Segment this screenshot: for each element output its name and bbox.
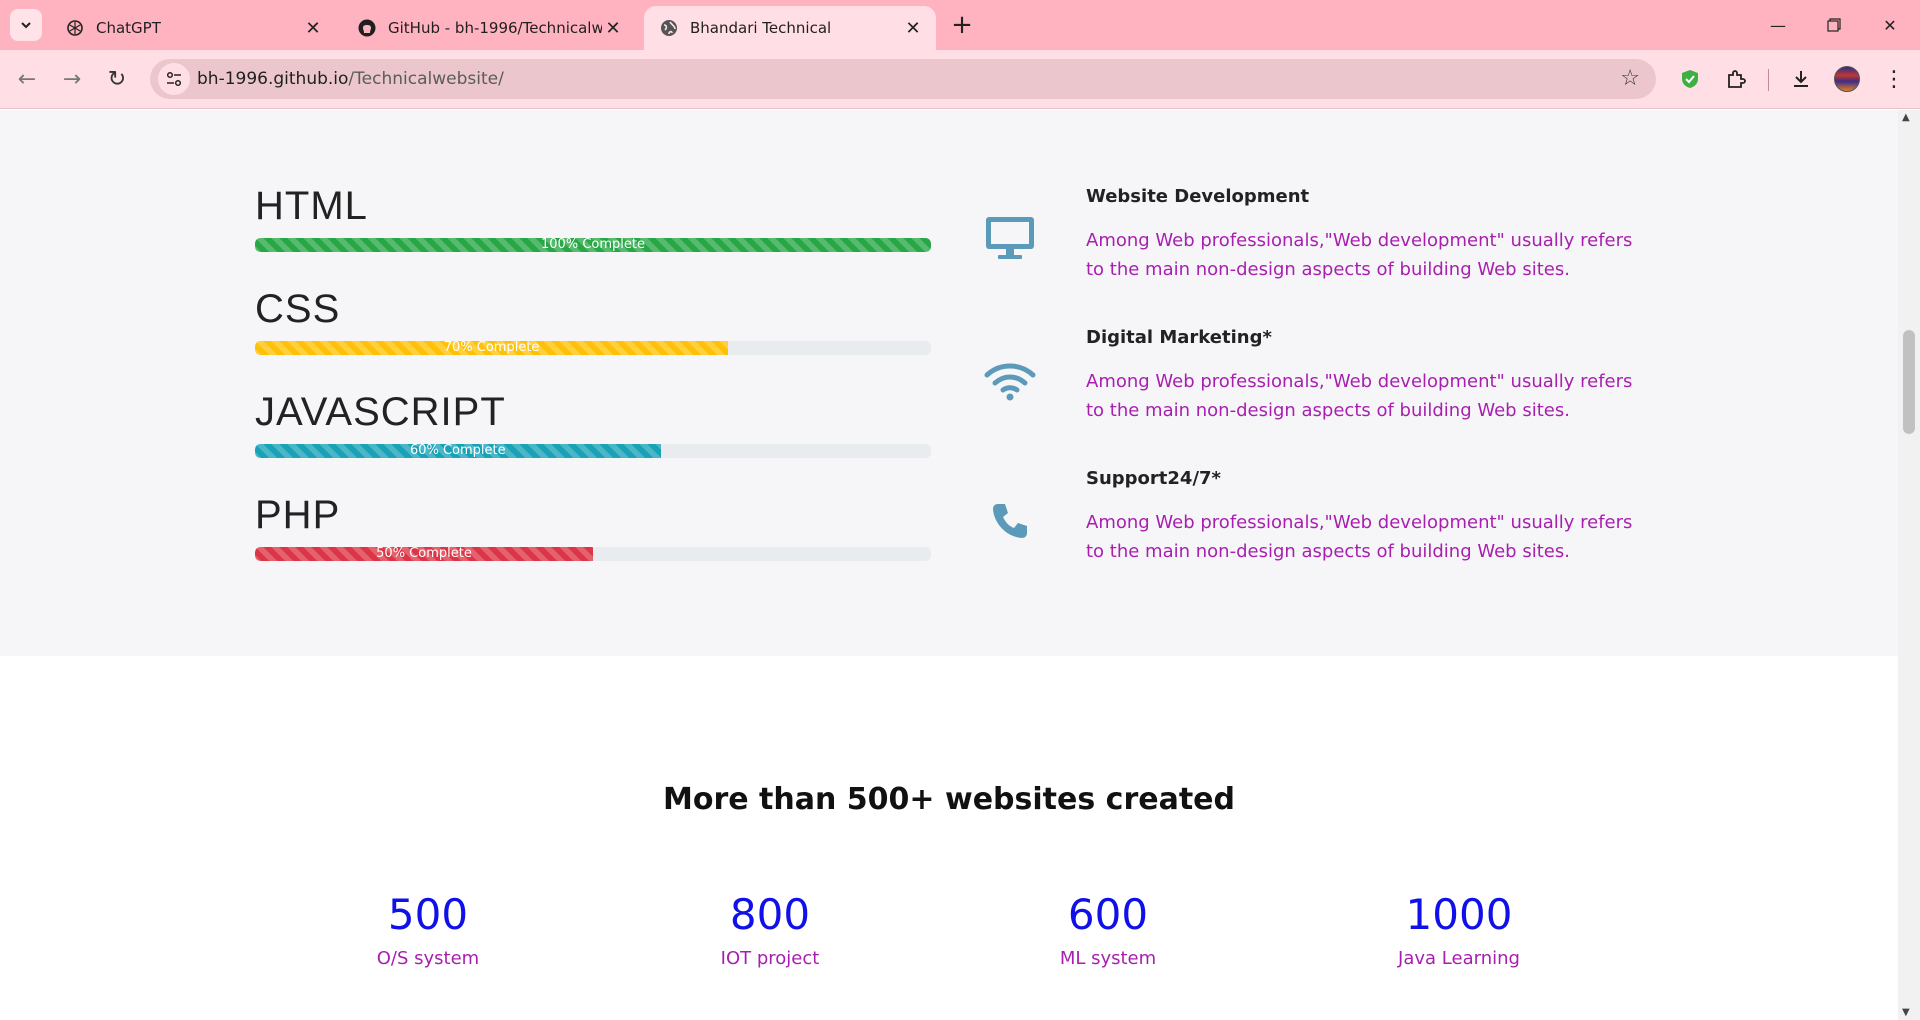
progress-bar: 60% Complete — [255, 444, 661, 458]
new-tab-button[interactable]: + — [948, 10, 976, 40]
tab-bhandari-technical[interactable]: Bhandari Technical ✕ — [644, 6, 936, 50]
close-icon[interactable]: ✕ — [602, 17, 624, 39]
progress-track: 70% Complete — [255, 341, 931, 355]
page-viewport: HTML 100% Complete CSS 70% Complete JAVA… — [0, 110, 1898, 1020]
extensions-puzzle-icon[interactable] — [1720, 63, 1752, 95]
close-icon[interactable]: ✕ — [302, 17, 324, 39]
url-host: bh-1996.github.io — [197, 69, 349, 89]
counter-os: 500 O/S system — [298, 890, 558, 969]
skill-name: HTML — [255, 184, 368, 228]
counter-ml: 600 ML system — [978, 890, 1238, 969]
counter-label: ML system — [1059, 948, 1157, 969]
service-text: Among Web professionals,"Web development… — [1086, 512, 1633, 562]
tab-strip: ChatGPT ✕ GitHub - bh-1996/Technicalwebs… — [0, 0, 1920, 50]
skill-html: HTML 100% Complete — [255, 184, 931, 252]
toolbar-divider — [1768, 69, 1769, 91]
tab-title: GitHub - bh-1996/Technicalwebsite — [388, 19, 602, 37]
site-info-button[interactable] — [158, 63, 190, 95]
chevron-down-icon — [21, 22, 31, 29]
restore-icon — [1827, 18, 1841, 32]
skills-section: HTML 100% Complete CSS 70% Complete JAVA… — [0, 110, 1898, 656]
minimize-icon: — — [1770, 15, 1786, 35]
progress-bar: 50% Complete — [255, 547, 593, 561]
skill-name: CSS — [255, 287, 341, 331]
desktop-icon — [980, 208, 1040, 268]
arrow-right-icon: → — [62, 66, 82, 92]
counter-label: IOT project — [720, 948, 820, 969]
tab-github[interactable]: GitHub - bh-1996/Technicalwebsite ✕ — [342, 6, 636, 50]
counter-label: O/S system — [376, 948, 480, 969]
counter-value: 1000 — [1405, 890, 1513, 939]
browser-toolbar: ← → ↻ bh-1996.github.io/Technicalwebsite… — [0, 50, 1920, 109]
progress-label: 60% Complete — [409, 444, 506, 458]
forward-button[interactable]: → — [55, 62, 89, 96]
service-text: Among Web professionals,"Web development… — [1086, 371, 1633, 421]
skill-javascript: JAVASCRIPT 60% Complete — [255, 390, 931, 458]
counter-value: 500 — [387, 890, 469, 939]
tab-chatgpt[interactable]: ChatGPT ✕ — [50, 6, 336, 50]
phone-icon — [980, 491, 1040, 551]
counter-java: 1000 Java Learning — [1329, 890, 1589, 969]
wifi-icon — [980, 351, 1040, 411]
close-window-button[interactable]: ✕ — [1872, 10, 1908, 40]
progress-bar: 70% Complete — [255, 341, 729, 355]
service-title: Website Development — [1086, 186, 1310, 207]
counter-value: 800 — [729, 890, 811, 939]
progress-label: 100% Complete — [541, 238, 645, 252]
skill-name: JAVASCRIPT — [255, 390, 506, 434]
profile-avatar[interactable] — [1834, 66, 1860, 92]
shield-extension-icon[interactable] — [1674, 63, 1706, 95]
scroll-down-icon[interactable]: ▼ — [1902, 1007, 1910, 1018]
plus-icon: + — [951, 10, 973, 40]
reload-button[interactable]: ↻ — [100, 62, 134, 96]
url-path: /Technicalwebsite/ — [348, 69, 504, 89]
download-icon[interactable] — [1785, 63, 1817, 95]
progress-label: 70% Complete — [443, 341, 540, 355]
progress-track: 100% Complete — [255, 238, 931, 252]
counter-iot: 800 IOT project — [640, 890, 900, 969]
chatgpt-icon — [66, 19, 84, 37]
progress-bar: 100% Complete — [255, 238, 931, 252]
service-text: Among Web professionals,"Web development… — [1086, 230, 1633, 280]
service-title: Digital Marketing* — [1086, 327, 1272, 348]
address-bar[interactable]: bh-1996.github.io/Technicalwebsite/ ☆ — [150, 59, 1656, 99]
progress-label: 50% Complete — [376, 547, 472, 561]
kebab-menu-icon[interactable]: ⋮ — [1878, 63, 1910, 95]
service-title: Support24/7* — [1086, 468, 1221, 489]
counters-heading: More than 500+ websites created — [663, 782, 1235, 817]
tab-search-button[interactable] — [10, 9, 42, 41]
close-icon: ✕ — [1883, 15, 1897, 35]
reload-icon: ↻ — [107, 66, 127, 92]
counter-label: Java Learning — [1398, 948, 1520, 969]
progress-track: 60% Complete — [255, 444, 931, 458]
tab-title: Bhandari Technical — [690, 19, 832, 37]
back-button[interactable]: ← — [10, 62, 44, 96]
close-icon[interactable]: ✕ — [902, 17, 924, 39]
globe-icon — [660, 19, 678, 37]
progress-track: 50% Complete — [255, 547, 931, 561]
restore-button[interactable] — [1816, 10, 1852, 40]
skill-name: PHP — [255, 493, 341, 537]
counter-value: 600 — [1067, 890, 1149, 939]
page-scrollbar[interactable]: ▲ ▼ — [1898, 110, 1920, 1020]
scroll-thumb[interactable] — [1903, 330, 1915, 434]
tab-title: ChatGPT — [96, 19, 161, 37]
bookmark-star-icon[interactable]: ☆ — [1620, 66, 1640, 91]
scroll-up-icon[interactable]: ▲ — [1902, 112, 1910, 123]
arrow-left-icon: ← — [17, 66, 37, 92]
tune-icon — [166, 71, 182, 87]
github-icon — [358, 19, 376, 37]
skill-css: CSS 70% Complete — [255, 287, 931, 355]
skill-php: PHP 50% Complete — [255, 493, 931, 561]
minimize-button[interactable]: — — [1760, 10, 1796, 40]
url-text[interactable]: bh-1996.github.io/Technicalwebsite/ — [197, 69, 504, 89]
